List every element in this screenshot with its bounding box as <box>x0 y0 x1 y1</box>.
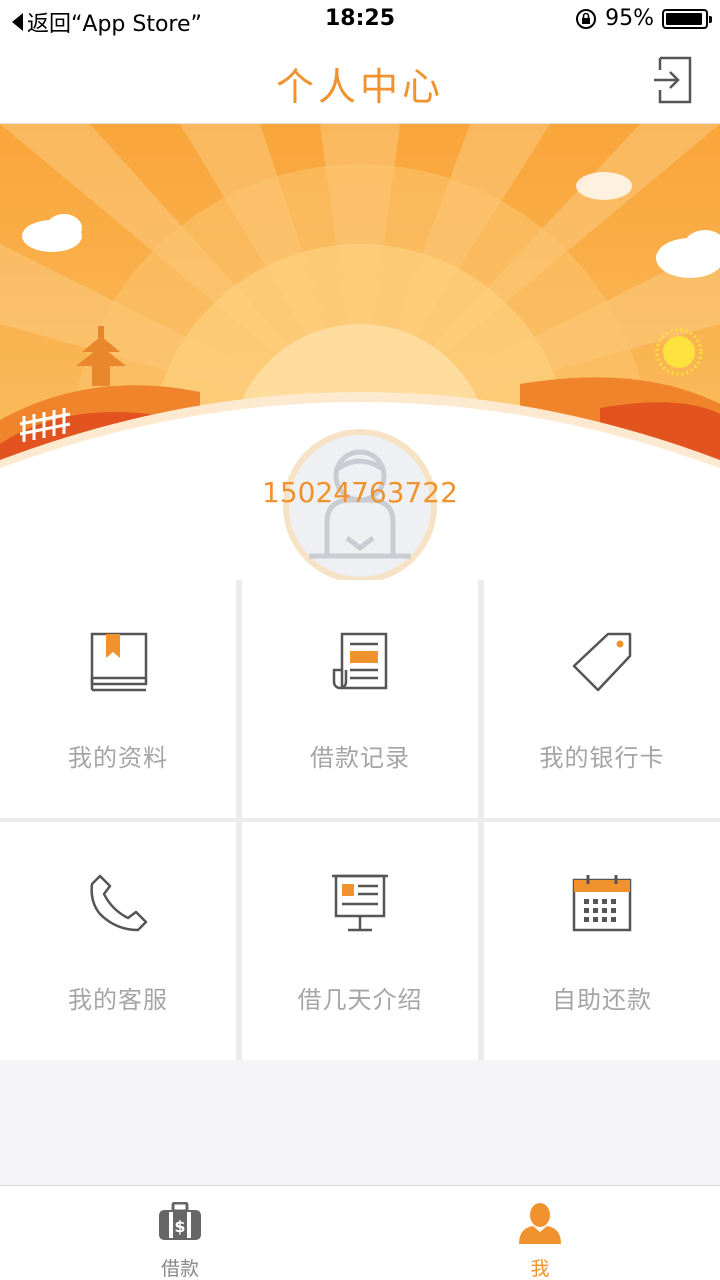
status-bar: 返回“App Store” 18:25 95% <box>0 0 720 40</box>
rotation-lock-icon <box>576 8 597 29</box>
menu-label: 我的资料 <box>68 744 168 772</box>
document-icon <box>332 632 388 690</box>
menu-label: 我的银行卡 <box>539 744 665 772</box>
menu-my-bank-card[interactable]: 我的银行卡 <box>484 580 720 818</box>
menu-grid: 我的资料 借款记录 我的银行卡 我的客服 借几天介绍 自助还款 <box>0 580 720 1060</box>
tab-bar: $ 借款 我 <box>0 1185 720 1280</box>
menu-loan-records[interactable]: 借款记录 <box>242 580 478 818</box>
page-title: 个人中心 <box>275 65 444 109</box>
battery-icon <box>662 8 712 29</box>
profile-banner: 15024763722 <box>0 124 720 580</box>
tab-loan[interactable]: $ 借款 <box>80 1186 280 1280</box>
tab-me[interactable]: 我 <box>440 1186 640 1280</box>
menu-customer-service[interactable]: 我的客服 <box>0 822 236 1060</box>
user-phone: 15024763722 <box>262 476 458 509</box>
calendar-icon <box>572 875 632 932</box>
menu-label: 自助还款 <box>552 986 652 1014</box>
menu-label: 借几天介绍 <box>297 986 423 1014</box>
tag-icon <box>572 632 632 692</box>
menu-intro[interactable]: 借几天介绍 <box>242 822 478 1060</box>
menu-my-profile[interactable]: 我的资料 <box>0 580 236 818</box>
status-indicators: 95% <box>575 6 712 31</box>
menu-label: 借款记录 <box>310 744 410 772</box>
book-icon <box>90 632 148 692</box>
menu-self-repay[interactable]: 自助还款 <box>484 822 720 1060</box>
person-icon <box>519 1203 561 1244</box>
wallet-dollar-icon: $ <box>159 1202 201 1240</box>
nav-bar: 个人中心 <box>0 40 720 124</box>
menu-label: 我的客服 <box>68 986 168 1014</box>
tab-label: 借款 <box>160 1258 199 1280</box>
svg-text:$: $ <box>174 1217 185 1236</box>
logout-icon[interactable] <box>652 54 696 106</box>
tab-label: 我 <box>530 1258 550 1280</box>
presentation-board-icon <box>332 874 388 932</box>
phone-icon <box>90 874 148 932</box>
battery-percent: 95% <box>605 6 654 31</box>
